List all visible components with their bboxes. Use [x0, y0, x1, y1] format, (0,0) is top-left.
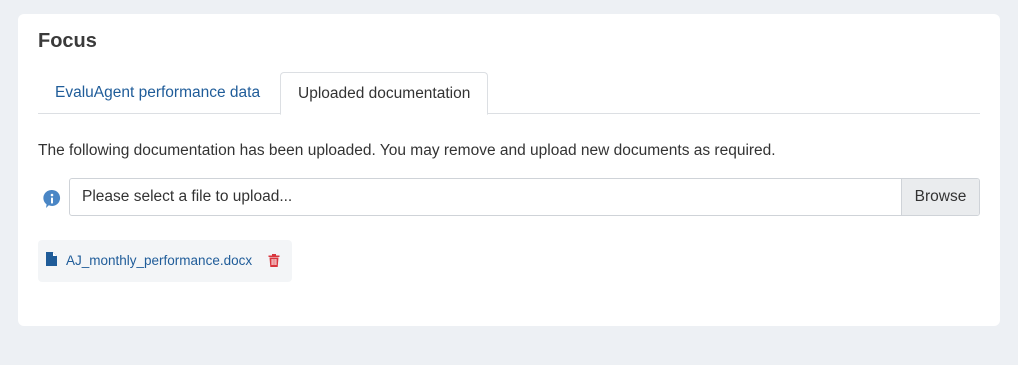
browse-button[interactable]: Browse: [901, 179, 979, 215]
panel-title: Focus: [38, 30, 97, 52]
tab-uploaded-documentation[interactable]: Uploaded documentation: [280, 72, 489, 115]
file-icon: [46, 252, 57, 266]
upload-description: The following documentation has been upl…: [38, 142, 776, 159]
tab-evaluagent-performance-data[interactable]: EvaluAgent performance data: [38, 72, 277, 114]
file-upload-group: Browse: [69, 178, 980, 216]
focus-panel: Focus EvaluAgent performance data Upload…: [18, 14, 1000, 326]
tab-bar: EvaluAgent performance data Uploaded doc…: [38, 72, 980, 115]
uploaded-file-link[interactable]: AJ_monthly_performance.docx: [66, 253, 252, 268]
trash-icon[interactable]: [268, 254, 280, 267]
info-circle-icon[interactable]: [43, 189, 61, 209]
uploaded-file-item: AJ_monthly_performance.docx: [38, 240, 292, 282]
file-upload-input[interactable]: [70, 179, 902, 215]
